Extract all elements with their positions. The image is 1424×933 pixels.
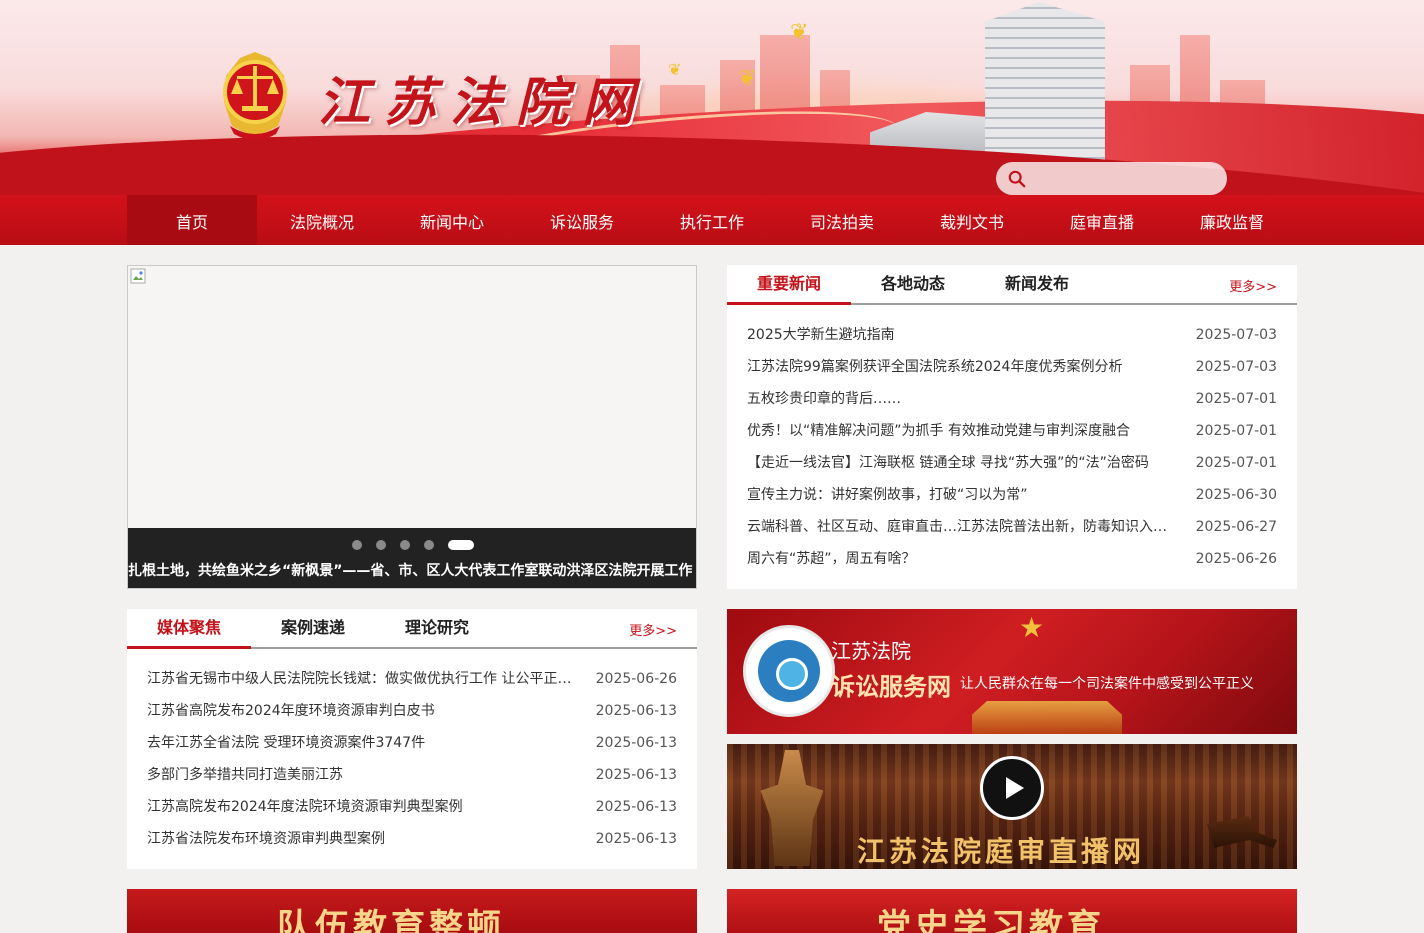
media-more-link[interactable]: 更多>> xyxy=(629,620,677,639)
tab-local-news[interactable]: 各地动态 xyxy=(851,265,975,303)
tab-media-focus[interactable]: 媒体聚焦 xyxy=(127,609,251,649)
news-item[interactable]: 优秀！以“精准解决问题”为抓手 有效推动党建与审判深度融合 2025-07-01 xyxy=(747,415,1277,447)
news-item[interactable]: 云端科普、社区互动、庭审直击…江苏法院普法出新，防毒知识入脑入心 2025-06-… xyxy=(747,511,1277,543)
service-center-logo-icon xyxy=(743,625,835,717)
slider-caption-bar: 扎根土地，共绘鱼米之乡“新枫景”——省、市、区人大代表工作室联动洪泽区法院开展工… xyxy=(128,528,696,588)
party-history-banner[interactable]: 党史学习教育 xyxy=(727,889,1297,933)
news-item[interactable]: 周六有“苏超”，周五有啥？ 2025-06-26 xyxy=(747,543,1277,575)
news-item[interactable]: 江苏省无锡市中级人民法院院长钱斌：做实做优执行工作 让公平正义可感可触2025-… xyxy=(147,663,677,695)
news-list: 2025大学新生避坑指南 2025-07-03 江苏法院99篇案例获评全国法院系统… xyxy=(727,305,1297,575)
search-icon[interactable] xyxy=(1008,170,1026,188)
nav-item-integrity[interactable]: 廉政监督 xyxy=(1167,195,1297,245)
news-tabs: 重要新闻 各地动态 新闻发布 更多>> xyxy=(727,265,1297,305)
dove-icon: ❦ xyxy=(668,60,682,79)
trial-live-title: 江苏法院庭审直播网 xyxy=(857,835,1146,868)
media-panel: 媒体聚焦 案例速递 理论研究 更多>> 江苏省无锡市中级人民法院院长钱斌：做实做… xyxy=(127,609,697,869)
litigation-service-banner[interactable]: ★ 江苏法院 诉讼服务网 让人民群众在每一个司法案件中感受到公平正义 xyxy=(727,609,1297,734)
play-icon[interactable] xyxy=(980,756,1044,820)
nav-item-trial-live[interactable]: 庭审直播 xyxy=(1037,195,1167,245)
dove-icon: ❦ xyxy=(738,66,757,91)
court-building-tower xyxy=(985,2,1105,167)
news-item[interactable]: 【走近一线法官】江海联枢 链通全球 寻找“苏大强”的“法”治密码 2025-07-… xyxy=(747,447,1277,479)
news-more-link[interactable]: 更多>> xyxy=(1229,276,1277,295)
tab-important-news[interactable]: 重要新闻 xyxy=(727,265,851,305)
service-banner-slogan: 让人民群众在每一个司法案件中感受到公平正义 xyxy=(960,676,1254,692)
slider-dot-active[interactable] xyxy=(448,540,474,550)
court-emblem-icon xyxy=(223,52,287,140)
search-box[interactable] xyxy=(996,162,1227,195)
nav-item-judicial-auction[interactable]: 司法拍卖 xyxy=(777,195,907,245)
search-input[interactable] xyxy=(1032,162,1227,195)
news-item[interactable]: 多部门多举措共同打造美丽江苏 2025-06-13 xyxy=(147,759,677,791)
star-icon: ★ xyxy=(1019,611,1045,644)
site-title: 江苏法院网 xyxy=(318,72,649,133)
tab-theory-research[interactable]: 理论研究 xyxy=(375,609,499,647)
team-education-title: 队伍教育整顿 xyxy=(277,907,505,933)
service-banner-line1: 江苏法院 xyxy=(831,639,911,663)
header-banner: ❦ ❦ ❦ 江苏法院网 xyxy=(0,0,1424,195)
news-item[interactable]: 江苏省高院发布2024年度环境资源审判白皮书 2025-06-13 xyxy=(147,695,677,727)
slider-dot[interactable] xyxy=(424,540,434,550)
slider-caption[interactable]: 扎根土地，共绘鱼米之乡“新枫景”——省、市、区人大代表工作室联动洪泽区法院开展工… xyxy=(128,560,696,580)
tab-case-express[interactable]: 案例速递 xyxy=(251,609,375,647)
nav-item-litigation-service[interactable]: 诉讼服务 xyxy=(517,195,647,245)
image-slider[interactable]: 扎根土地，共绘鱼米之乡“新枫景”——省、市、区人大代表工作室联动洪泽区法院开展工… xyxy=(127,265,697,589)
service-banner-line2: 诉讼服务网 xyxy=(831,672,951,701)
slider-dot[interactable] xyxy=(400,540,410,550)
news-item[interactable]: 宣传主力说：讲好案例故事，打破“习以为常” 2025-06-30 xyxy=(747,479,1277,511)
broken-image-icon xyxy=(130,268,146,284)
party-history-title: 党史学习教育 xyxy=(877,907,1105,933)
team-education-banner[interactable]: 队伍教育整顿 xyxy=(127,889,697,933)
nav-item-court-overview[interactable]: 法院概况 xyxy=(257,195,387,245)
news-item[interactable]: 五枚珍贵印章的背后…… 2025-07-01 xyxy=(747,383,1277,415)
nav-item-news-center[interactable]: 新闻中心 xyxy=(387,195,517,245)
news-item[interactable]: 江苏高院发布2024年度法院环境资源审判典型案例 2025-06-13 xyxy=(147,791,677,823)
media-list: 江苏省无锡市中级人民法院院长钱斌：做实做优执行工作 让公平正义可感可触2025-… xyxy=(127,649,697,855)
tab-press-release[interactable]: 新闻发布 xyxy=(975,265,1099,303)
main-nav: 首页 法院概况 新闻中心 诉讼服务 执行工作 司法拍卖 裁判文书 庭审直播 廉政… xyxy=(0,195,1424,245)
nav-item-judgments[interactable]: 裁判文书 xyxy=(907,195,1037,245)
news-item[interactable]: 2025大学新生避坑指南 2025-07-03 xyxy=(747,319,1277,351)
slider-dot[interactable] xyxy=(376,540,386,550)
nav-item-enforcement[interactable]: 执行工作 xyxy=(647,195,777,245)
dove-icon: ❦ xyxy=(790,20,809,45)
trial-live-banner[interactable]: 江苏法院庭审直播网 xyxy=(727,744,1297,869)
news-panel: 重要新闻 各地动态 新闻发布 更多>> 2025大学新生避坑指南 2025-07-… xyxy=(727,265,1297,589)
news-item[interactable]: 江苏省法院发布环境资源审判典型案例 2025-06-13 xyxy=(147,823,677,855)
news-item[interactable]: 去年江苏全省法院 受理环境资源案件3747件 2025-06-13 xyxy=(147,727,677,759)
slider-dots xyxy=(352,540,474,550)
media-tabs: 媒体聚焦 案例速递 理论研究 更多>> xyxy=(127,609,697,649)
tiananmen-graphic xyxy=(972,701,1122,734)
nav-item-home[interactable]: 首页 xyxy=(127,195,257,245)
news-item[interactable]: 江苏法院99篇案例获评全国法院系统2024年度优秀案例分析 2025-07-03 xyxy=(747,351,1277,383)
slider-dot[interactable] xyxy=(352,540,362,550)
